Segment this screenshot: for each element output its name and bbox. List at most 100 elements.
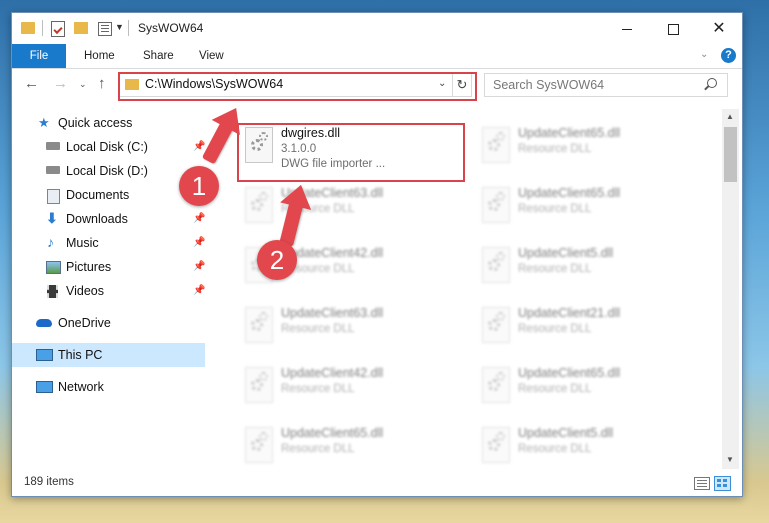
minimize-button[interactable] xyxy=(604,13,650,44)
sidebar-item-music[interactable]: ♪ Music 📌 xyxy=(12,231,205,255)
list-item[interactable]: UpdateClient65.dll Resource DLL xyxy=(472,181,702,235)
title-bar: ▼ SysWOW64 ✕ xyxy=(12,13,742,44)
list-item[interactable]: UpdateClient42.dll Resource DLL xyxy=(235,361,465,415)
dll-file-icon xyxy=(482,307,510,343)
drive-icon xyxy=(46,166,60,174)
customize-toolbar-icon[interactable] xyxy=(98,22,112,36)
back-button[interactable]: ← xyxy=(24,75,39,92)
file-type: Resource DLL xyxy=(518,383,592,395)
dll-file-icon xyxy=(482,367,510,403)
sidebar-item-pictures[interactable]: Pictures 📌 xyxy=(12,255,205,279)
expand-ribbon-icon[interactable]: ⌄ xyxy=(700,49,708,60)
divider xyxy=(128,20,129,36)
file-type: Resource DLL xyxy=(518,203,592,215)
tab-file[interactable]: File xyxy=(12,44,66,68)
large-icons-view-icon[interactable] xyxy=(714,476,731,491)
folder-icon xyxy=(21,22,35,34)
sidebar-item-videos[interactable]: Videos 📌 xyxy=(12,279,205,303)
list-item[interactable]: UpdateClient65.dll Resource DLL xyxy=(472,361,702,415)
file-type: Resource DLL xyxy=(518,263,592,275)
dll-file-icon xyxy=(482,427,510,463)
list-item[interactable]: UpdateClient63.dll Resource DLL xyxy=(235,181,465,235)
tab-share[interactable]: Share xyxy=(131,44,186,68)
file-name: UpdateClient65.dll xyxy=(281,426,384,440)
list-item[interactable]: UpdateClient65.dll Resource DLL xyxy=(472,121,702,175)
close-button[interactable]: ✕ xyxy=(696,13,742,44)
maximize-icon xyxy=(667,23,679,35)
new-folder-icon[interactable] xyxy=(74,22,88,34)
status-bar: 189 items xyxy=(12,471,742,495)
recent-locations-icon[interactable]: ⌄ xyxy=(79,79,87,90)
step-badge-2: 2 xyxy=(257,240,297,280)
file-name: UpdateClient65.dll xyxy=(518,126,621,140)
list-item[interactable]: UpdateClient21.dll Resource DLL xyxy=(472,301,702,355)
sidebar-item-label: OneDrive xyxy=(58,316,111,330)
file-name: UpdateClient5.dll xyxy=(518,426,614,440)
sidebar-item-label: Videos xyxy=(66,284,104,298)
sidebar-item-local-disk-c[interactable]: Local Disk (C:) 📌 xyxy=(12,135,205,159)
dll-file-icon xyxy=(245,307,273,343)
dll-file-icon xyxy=(245,367,273,403)
scroll-thumb[interactable] xyxy=(724,127,737,182)
sidebar-item-local-disk-d[interactable]: Local Disk (D:) xyxy=(12,159,205,183)
star-icon: ★ xyxy=(38,115,50,130)
sidebar-item-label: This PC xyxy=(58,348,103,362)
forward-button[interactable]: → xyxy=(53,75,68,92)
cloud-icon xyxy=(36,319,52,327)
dll-file-icon xyxy=(482,127,510,163)
pin-icon: 📌 xyxy=(193,285,206,296)
pictures-icon xyxy=(46,261,61,274)
search-input[interactable]: Search SysWOW64 xyxy=(484,73,728,97)
details-view-icon[interactable] xyxy=(694,477,710,490)
navigation-pane: ★ Quick access Local Disk (C:) 📌 Local D… xyxy=(12,109,205,467)
sidebar-item-label: Music xyxy=(66,236,99,250)
list-item[interactable]: UpdateClient63.dll Resource DLL xyxy=(235,301,465,355)
scroll-up-icon[interactable]: ▲ xyxy=(726,112,734,121)
sidebar-item-onedrive[interactable]: OneDrive xyxy=(12,311,205,335)
step-badge-1: 1 xyxy=(179,166,219,206)
file-name: UpdateClient5.dll xyxy=(518,246,614,260)
sidebar-item-quick-access[interactable]: ★ Quick access xyxy=(12,111,205,135)
sidebar-item-label: Documents xyxy=(66,188,130,202)
sidebar-item-label: Local Disk (D:) xyxy=(66,164,148,178)
sidebar-item-downloads[interactable]: ⬇ Downloads 📌 xyxy=(12,207,205,231)
tab-view[interactable]: View xyxy=(187,44,236,68)
sidebar-item-documents[interactable]: Documents 📌 xyxy=(12,183,205,207)
item-count: 189 items xyxy=(24,476,74,488)
computer-icon xyxy=(36,349,53,361)
file-name: UpdateClient21.dll xyxy=(518,306,621,320)
file-name: UpdateClient65.dll xyxy=(518,186,621,200)
navigation-bar: ← → ⌄ ↑ C:\Windows\SysWOW64 ⌄ ↻ Search S… xyxy=(12,69,742,101)
file-type: Resource DLL xyxy=(518,443,592,455)
vertical-scrollbar[interactable]: ▲ ▼ xyxy=(722,109,739,469)
drive-icon xyxy=(46,142,60,150)
videos-icon xyxy=(47,285,58,298)
minimize-icon xyxy=(622,28,632,30)
sidebar-item-label: Downloads xyxy=(66,212,128,226)
sidebar-item-label: Quick access xyxy=(58,116,133,130)
scroll-down-icon[interactable]: ▼ xyxy=(726,455,734,464)
divider xyxy=(42,20,43,36)
maximize-button[interactable] xyxy=(650,13,696,44)
file-type: Resource DLL xyxy=(518,323,592,335)
tab-home[interactable]: Home xyxy=(72,44,127,68)
help-icon[interactable]: ? xyxy=(721,48,736,63)
dll-file-icon xyxy=(245,427,273,463)
file-name: UpdateClient65.dll xyxy=(518,366,621,380)
sidebar-item-label: Pictures xyxy=(66,260,112,274)
list-item[interactable]: UpdateClient5.dll Resource DLL xyxy=(472,241,702,295)
pin-icon: 📌 xyxy=(193,261,206,272)
sidebar-item-this-pc[interactable]: This PC xyxy=(12,343,205,367)
download-icon: ⬇ xyxy=(46,210,58,226)
search-placeholder: Search SysWOW64 xyxy=(493,78,605,92)
ribbon-tabs: File Home Share View ⌄ ? xyxy=(12,44,742,69)
properties-icon[interactable] xyxy=(51,21,65,37)
pin-icon: 📌 xyxy=(193,213,206,224)
list-item[interactable]: UpdateClient5.dll Resource DLL xyxy=(472,421,702,469)
search-icon[interactable] xyxy=(707,78,717,88)
sidebar-item-network[interactable]: Network xyxy=(12,375,205,399)
up-button[interactable]: ↑ xyxy=(98,75,106,92)
dll-file-icon xyxy=(482,247,510,283)
list-item[interactable]: UpdateClient65.dll Resource DLL xyxy=(235,421,465,469)
chevron-down-icon[interactable]: ▼ xyxy=(115,22,124,32)
